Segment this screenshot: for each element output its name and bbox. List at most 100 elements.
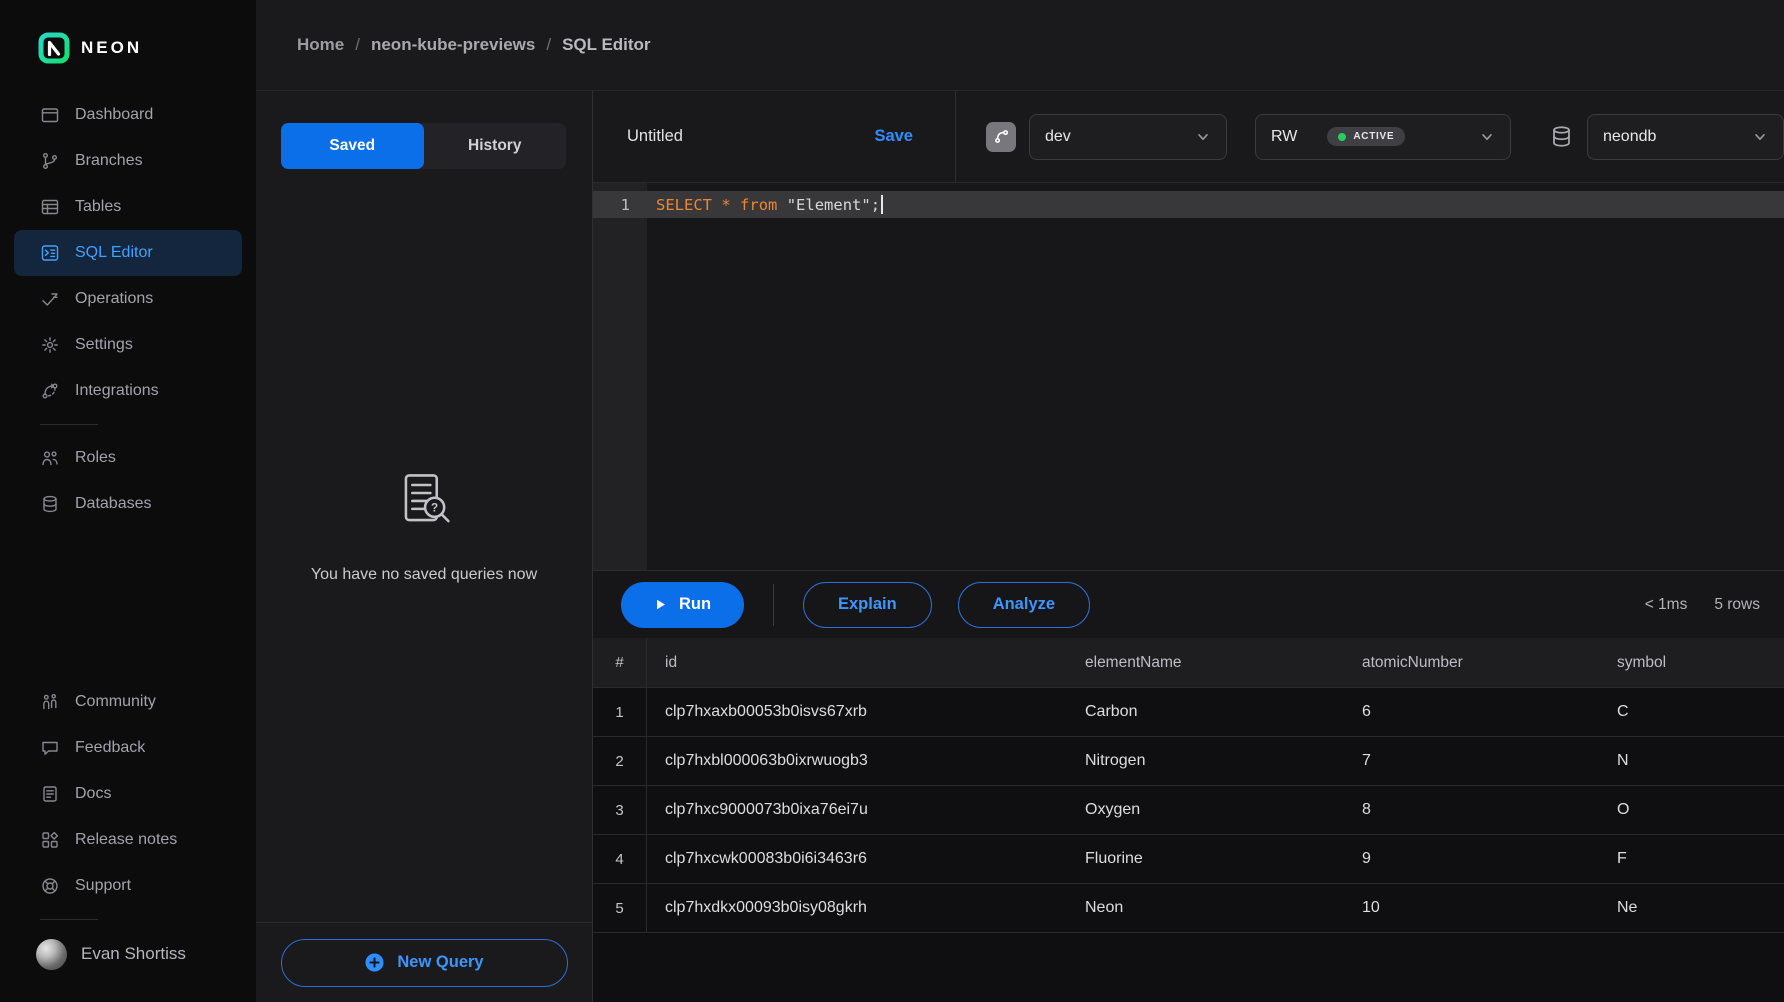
code-token: * bbox=[721, 196, 730, 214]
status-badge: ACTIVE bbox=[1327, 127, 1405, 146]
sidebar-item-label: Branches bbox=[75, 152, 143, 170]
sidebar-nav-main: Dashboard Branches Tables SQL EditorOperati… bbox=[0, 92, 256, 414]
table-cell: 8 bbox=[1344, 786, 1599, 834]
analyze-button[interactable]: Analyze bbox=[958, 582, 1090, 628]
sidebar-item-label: Feedback bbox=[75, 739, 145, 757]
user-menu[interactable]: Evan Shortiss bbox=[14, 930, 242, 978]
table-cell: 7 bbox=[1344, 737, 1599, 785]
sidebar: NEON Dashboard Branches Tables SQL EditorOp… bbox=[0, 0, 256, 1002]
sidebar-item-roles[interactable]: Roles bbox=[14, 435, 242, 481]
sidebar-item-operations[interactable]: Operations bbox=[14, 276, 242, 322]
actions-divider bbox=[773, 584, 774, 626]
svg-text:?: ? bbox=[431, 501, 438, 514]
database-icon bbox=[1549, 124, 1574, 149]
actions-bar: Run Explain Analyze < 1ms 5 rows bbox=[593, 570, 1784, 638]
sidebar-divider bbox=[40, 424, 98, 425]
code-line-1: 1 SELECT * from "Element"; bbox=[593, 191, 1784, 218]
column-header-atomicnumber: atomicNumber bbox=[1344, 638, 1599, 687]
settings-icon bbox=[40, 335, 60, 355]
breadcrumb: Home / neon-kube-previews / SQL Editor bbox=[297, 35, 651, 55]
neon-logo[interactable]: NEON bbox=[0, 30, 256, 66]
query-duration: < 1ms bbox=[1645, 596, 1688, 614]
topbar-divider bbox=[955, 91, 956, 183]
brand-wordmark: NEON bbox=[81, 38, 142, 58]
sql-statement: SELECT * from "Element"; bbox=[656, 196, 880, 214]
empty-state: ? You have no saved queries now bbox=[256, 169, 592, 922]
sidebar-item-label: Dashboard bbox=[75, 106, 153, 124]
databases-icon bbox=[40, 494, 60, 514]
breadcrumb-home[interactable]: Home bbox=[297, 35, 344, 55]
table-cell: Oxygen bbox=[1067, 786, 1344, 834]
code-token bbox=[712, 196, 721, 214]
table-row: 3clp7hxc9000073b0ixa76ei7uOxygen8O bbox=[593, 786, 1784, 835]
sidebar-item-docs[interactable]: Docs bbox=[14, 771, 242, 817]
sidebar-item-support[interactable]: Support bbox=[14, 863, 242, 909]
run-button[interactable]: Run bbox=[621, 582, 744, 628]
line-number: 1 bbox=[593, 196, 647, 214]
saved-queries-panel: Saved History ? You have no saved que bbox=[256, 91, 593, 1002]
sql-editor-section: Untitled Save dev bbox=[593, 91, 1784, 1002]
sidebar-item-label: Integrations bbox=[75, 382, 159, 400]
table-cell: C bbox=[1599, 688, 1784, 736]
panel-footer: New Query bbox=[256, 922, 592, 1002]
app-window: NEON DashboardBranchesTablesSQL EditorOp… bbox=[0, 0, 1784, 1002]
save-button[interactable]: Save bbox=[874, 127, 913, 146]
plus-circle-icon bbox=[364, 952, 385, 973]
sidebar-item-integrations[interactable]: Integrations bbox=[14, 368, 242, 414]
new-query-button[interactable]: New Query bbox=[281, 939, 568, 987]
operations-icon bbox=[40, 289, 60, 309]
database-select[interactable]: neondb bbox=[1587, 114, 1784, 160]
sidebar-item-sql-editor[interactable]: SQL Editor bbox=[14, 230, 242, 276]
sidebar-item-branches[interactable]: Branches bbox=[14, 138, 242, 184]
table-row: 5clp7hxdkx00093b0isy08gkrhNeon10Ne bbox=[593, 884, 1784, 933]
table-cell: Fluorine bbox=[1067, 835, 1344, 883]
row-number-cell: 5 bbox=[593, 884, 647, 932]
no-queries-icon: ? bbox=[390, 468, 458, 536]
sidebar-item-label: Tables bbox=[75, 198, 121, 216]
sidebar-item-release-notes[interactable]: Release notes bbox=[14, 817, 242, 863]
sidebar-item-databases[interactable]: Databases bbox=[14, 481, 242, 527]
chevron-down-icon bbox=[1479, 129, 1495, 145]
sidebar-item-settings[interactable]: Settings bbox=[14, 322, 242, 368]
explain-button[interactable]: Explain bbox=[803, 582, 932, 628]
breadcrumb-current: SQL Editor bbox=[562, 35, 650, 55]
branch-icon bbox=[993, 128, 1010, 145]
sidebar-item-dashboard[interactable]: Dashboard bbox=[14, 92, 242, 138]
table-cell: Nitrogen bbox=[1067, 737, 1344, 785]
user-name: Evan Shortiss bbox=[81, 944, 186, 964]
results-table: #idelementNameatomicNumbersymbol1clp7hxa… bbox=[593, 638, 1784, 1002]
sql-code-editor[interactable]: 1 SELECT * from "Element"; bbox=[593, 183, 1784, 570]
branch-icon-button[interactable] bbox=[986, 122, 1016, 152]
new-query-label: New Query bbox=[397, 953, 483, 972]
integrations-icon bbox=[40, 381, 60, 401]
tab-saved[interactable]: Saved bbox=[281, 123, 424, 169]
sidebar-item-label: Settings bbox=[75, 336, 133, 354]
sidebar-item-tables[interactable]: Tables bbox=[14, 184, 242, 230]
sidebar-item-feedback[interactable]: Feedback bbox=[14, 725, 242, 771]
community-icon bbox=[40, 692, 60, 712]
table-cell: clp7hxcwk00083b0i6i3463r6 bbox=[647, 835, 1067, 883]
table-cell: Carbon bbox=[1067, 688, 1344, 736]
query-stats: < 1ms 5 rows bbox=[1645, 596, 1760, 614]
breadcrumb-project[interactable]: neon-kube-previews bbox=[371, 35, 535, 55]
branch-select[interactable]: dev bbox=[1029, 114, 1227, 160]
branches-icon bbox=[40, 151, 60, 171]
active-dot-icon bbox=[1338, 133, 1346, 141]
sidebar-item-community[interactable]: Community bbox=[14, 679, 242, 725]
table-cell: clp7hxaxb00053b0isvs67xrb bbox=[647, 688, 1067, 736]
empty-state-text: You have no saved queries now bbox=[311, 566, 537, 584]
breadcrumb-separator: / bbox=[546, 35, 551, 55]
table-row: 1clp7hxaxb00053b0isvs67xrbCarbon6C bbox=[593, 688, 1784, 737]
compute-select[interactable]: RW ACTIVE bbox=[1255, 114, 1511, 160]
tab-history[interactable]: History bbox=[424, 123, 567, 169]
table-cell: Ne bbox=[1599, 884, 1784, 932]
docs-icon bbox=[40, 784, 60, 804]
table-cell: 6 bbox=[1344, 688, 1599, 736]
table-row: 4clp7hxcwk00083b0i6i3463r6Fluorine9F bbox=[593, 835, 1784, 884]
table-cell: 9 bbox=[1344, 835, 1599, 883]
table-cell: N bbox=[1599, 737, 1784, 785]
sidebar-nav-help: Community Feedback DocsRelease notesSuppor… bbox=[0, 679, 256, 909]
editor-topbar: Untitled Save dev bbox=[593, 91, 1784, 183]
column-header-symbol: symbol bbox=[1599, 638, 1784, 687]
row-number-cell: 3 bbox=[593, 786, 647, 834]
